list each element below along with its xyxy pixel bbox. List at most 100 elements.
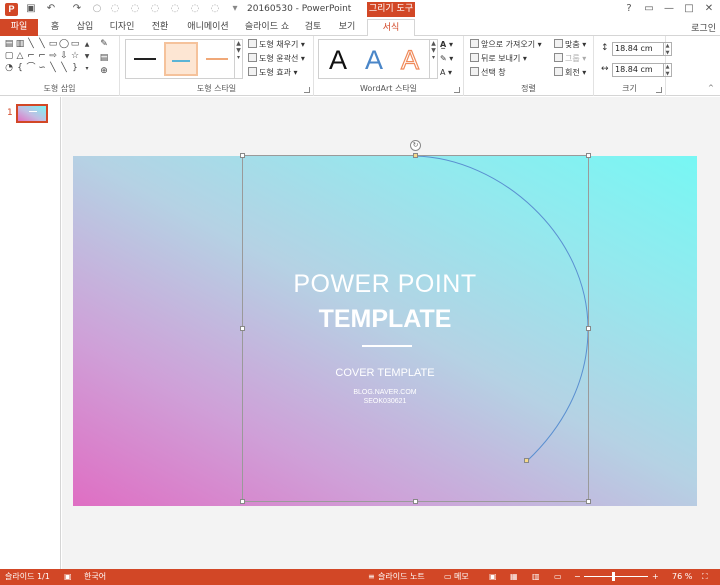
rotate-button[interactable]: 회전 ▾: [554, 67, 586, 79]
line-shape-icon[interactable]: ╲: [59, 64, 69, 73]
shape-circle-icon[interactable]: ◌: [108, 2, 122, 16]
tab-animations[interactable]: 애니메이션: [180, 19, 236, 36]
line-shape-icon[interactable]: ╲: [48, 64, 58, 73]
rounded-rect-shape-icon[interactable]: ▢: [4, 52, 14, 61]
slide-canvas[interactable]: POWER POINT TEMPLATE COVER TEMPLATE BLOG…: [73, 156, 697, 506]
resize-handle[interactable]: [586, 153, 591, 158]
tab-transitions[interactable]: 전환: [144, 19, 176, 36]
rotate-handle-icon[interactable]: ↻: [410, 140, 421, 151]
slide-title-line-2[interactable]: TEMPLATE: [73, 305, 697, 334]
gallery-more-icon[interactable]: ▾: [82, 64, 92, 73]
rectangle-shape-icon[interactable]: ▭: [48, 40, 58, 49]
tab-view[interactable]: 보기: [332, 19, 362, 36]
shape-fill-button[interactable]: 도형 채우기 ▾: [248, 39, 305, 51]
arrow-shape-icon[interactable]: ⇨: [48, 52, 58, 61]
send-backward-button[interactable]: 뒤로 보내기 ▾: [470, 53, 527, 65]
normal-view-icon[interactable]: ▣: [489, 569, 497, 585]
shape-circle-icon[interactable]: ◌: [148, 2, 162, 16]
fit-to-window-icon[interactable]: ⛶: [702, 569, 708, 585]
triangle-shape-icon[interactable]: △: [15, 52, 25, 61]
slide-subtitle[interactable]: COVER TEMPLATE: [73, 367, 697, 379]
text-effects-icon[interactable]: A ▾: [440, 67, 452, 79]
arc-adjust-handle[interactable]: [524, 458, 529, 463]
textbox-icon[interactable]: ▤: [97, 54, 111, 63]
shape-height-input[interactable]: 18.84 cm: [612, 42, 664, 56]
resize-handle[interactable]: [240, 499, 245, 504]
zoom-slider-thumb[interactable]: [612, 572, 615, 581]
powerpoint-app-icon[interactable]: P: [5, 3, 18, 16]
tab-slideshow[interactable]: 슬라이드 쇼: [240, 19, 294, 36]
language-indicator[interactable]: 한국어: [84, 569, 106, 585]
tab-review[interactable]: 검토: [298, 19, 328, 36]
reading-view-icon[interactable]: ▥: [532, 569, 540, 585]
height-spinner[interactable]: ▲ ▼: [664, 42, 672, 56]
slide-title-line-1[interactable]: POWER POINT: [73, 270, 697, 299]
ribbon-display-icon[interactable]: ▭: [642, 2, 656, 16]
resize-handle[interactable]: [586, 326, 591, 331]
textbox-shape-icon[interactable]: ▥: [15, 40, 25, 49]
star-shape-icon[interactable]: ☆: [70, 52, 80, 61]
shape-circle-icon[interactable]: ◌: [128, 2, 142, 16]
spellcheck-icon[interactable]: ▣: [64, 569, 72, 585]
connector-shape-icon[interactable]: ⌐: [26, 52, 36, 61]
wordart-launcher-icon[interactable]: [454, 87, 460, 93]
shape-effects-button[interactable]: 도형 효과 ▾: [248, 67, 298, 79]
gallery-scroll-up-icon[interactable]: ▲: [82, 40, 92, 49]
width-spinner[interactable]: ▲ ▼: [664, 63, 672, 77]
group-button[interactable]: 그룹 ▾: [554, 53, 586, 65]
shape-style-option-selected[interactable]: [164, 42, 198, 76]
gallery-scroll-down-icon[interactable]: ▼: [82, 52, 92, 61]
wordart-style-orange-outline[interactable]: A: [393, 43, 427, 77]
edit-shape-icon[interactable]: ✎: [97, 40, 111, 49]
bring-forward-button[interactable]: 앞으로 가져오기 ▾: [470, 39, 542, 51]
tab-format[interactable]: 서식: [367, 19, 415, 37]
shape-styles-launcher-icon[interactable]: [304, 87, 310, 93]
text-fill-icon[interactable]: A̲ ▾: [440, 39, 453, 51]
text-outline-icon[interactable]: ✎ ▾: [440, 53, 453, 65]
shape-circle-icon[interactable]: ◌: [188, 2, 202, 16]
oval-shape-icon[interactable]: ◯: [59, 40, 69, 49]
wordart-gallery[interactable]: A A A ▲ ▼ ▾: [318, 39, 438, 79]
zoom-slider-track[interactable]: [584, 576, 648, 577]
style-gallery-scroll[interactable]: ▲ ▼ ▾: [234, 40, 242, 78]
tab-file[interactable]: 파일: [0, 19, 38, 36]
undo-icon[interactable]: ↶: [44, 2, 58, 16]
tab-insert[interactable]: 삽입: [70, 19, 100, 36]
login-link[interactable]: 로그인: [691, 21, 716, 34]
maximize-icon[interactable]: □: [682, 2, 696, 16]
wordart-gallery-scroll[interactable]: ▲ ▼ ▾: [429, 40, 437, 78]
slide-sorter-icon[interactable]: ▦: [510, 569, 518, 585]
shape-circle-icon[interactable]: ○: [90, 2, 104, 16]
shape-style-option[interactable]: [128, 42, 162, 76]
wordart-style-blue[interactable]: A: [357, 43, 391, 77]
merge-shapes-icon[interactable]: ⊕: [97, 67, 111, 76]
wordart-style-plain[interactable]: A: [321, 43, 355, 77]
collapse-ribbon-icon[interactable]: ^: [708, 82, 714, 94]
arrow-shape-icon[interactable]: ⇩: [59, 52, 69, 61]
textbox-shape-icon[interactable]: ▤: [4, 40, 14, 49]
resize-handle[interactable]: [586, 499, 591, 504]
save-icon[interactable]: ▣: [24, 2, 38, 16]
connector-shape-icon[interactable]: ⌐: [37, 52, 47, 61]
zoom-level[interactable]: 76 %: [672, 569, 692, 585]
shapes-gallery[interactable]: ▤ ▥ ╲ ╲ ▭ ◯ ▭ ▢ △ ⌐ ⌐ ⇨ ⇩ ☆ ◔ { ⌒ ∽ ╲ ╲ …: [4, 40, 94, 73]
zoom-out-icon[interactable]: −: [574, 569, 581, 585]
curve-shape-icon[interactable]: ∽: [37, 64, 47, 73]
arc-adjust-handle[interactable]: [413, 153, 418, 158]
tab-design[interactable]: 디자인: [104, 19, 140, 36]
notes-button[interactable]: 슬라이드 노트: [378, 569, 425, 585]
redo-icon[interactable]: ↷: [70, 2, 84, 16]
comments-icon[interactable]: ▭: [444, 569, 452, 585]
zoom-in-icon[interactable]: +: [652, 569, 659, 585]
shape-style-option[interactable]: [200, 42, 234, 76]
slide-thumbnail[interactable]: [16, 104, 48, 123]
line-shape-icon[interactable]: ╲: [26, 40, 36, 49]
shape-circle-icon[interactable]: ◌: [208, 2, 222, 16]
shape-circle-icon[interactable]: ◌: [168, 2, 182, 16]
callout-shape-icon[interactable]: ◔: [4, 64, 14, 73]
shape-style-gallery[interactable]: ▲ ▼ ▾: [125, 39, 243, 79]
minimize-icon[interactable]: —: [662, 2, 676, 16]
notes-icon[interactable]: ≡: [368, 569, 375, 585]
resize-handle[interactable]: [413, 499, 418, 504]
size-launcher-icon[interactable]: [656, 87, 662, 93]
